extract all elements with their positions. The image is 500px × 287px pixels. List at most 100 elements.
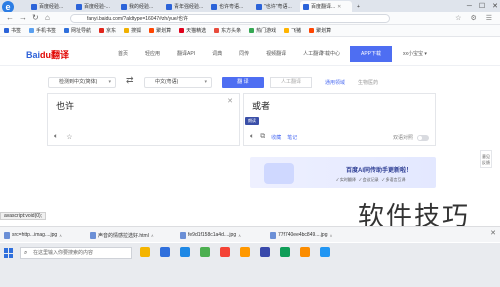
file-icon — [180, 231, 186, 239]
source-language-select[interactable]: 检测到中文(简体) ▾ — [48, 77, 116, 88]
bookmark-favicon-icon — [309, 28, 315, 33]
plus-icon: + — [357, 3, 360, 10]
taskbar-app-icon[interactable] — [320, 247, 330, 257]
clear-icon[interactable]: ✕ — [227, 97, 233, 105]
forward-icon[interactable]: → — [19, 13, 27, 22]
nav-link[interactable]: 首页 — [118, 50, 128, 57]
speaker-icon[interactable]: 🔈︎ — [54, 133, 58, 141]
ad-feature: ✓ 会议记录 — [358, 177, 379, 182]
bookmark-favicon-icon — [214, 28, 220, 33]
source-panel: 也许 ✕ 🔈︎ ☆ — [47, 93, 240, 146]
tab-favicon-icon — [303, 3, 309, 10]
user-menu[interactable]: xx小宝宝 ▾ — [403, 50, 427, 57]
domain-general-link[interactable]: 通用领域 — [325, 79, 345, 86]
bookmark-item[interactable]: 手机书签 — [29, 27, 56, 34]
nav-link[interactable]: 翻译API — [177, 50, 195, 57]
bookmark-item[interactable]: 热门游戏 — [249, 27, 276, 34]
minimize-icon[interactable]: ─ — [467, 3, 472, 10]
taskbar-app-icon[interactable] — [160, 247, 170, 257]
bookmark-item[interactable]: 天猫精选 — [179, 27, 206, 34]
robot-illustration-icon — [264, 163, 294, 184]
source-text-input[interactable]: 也许 — [56, 99, 74, 112]
close-window-icon[interactable]: ✕ — [492, 2, 498, 10]
taskbar-app-icon[interactable] — [140, 247, 150, 257]
file-icon — [90, 231, 96, 239]
maximize-icon[interactable]: ☐ — [479, 2, 485, 10]
bookmark-favicon-icon — [284, 28, 290, 33]
domain-select[interactable]: 生物医药 — [358, 79, 378, 86]
app-download-button[interactable]: APP下载 — [350, 46, 392, 62]
ad-features: ✓ 实时翻译 ✓ 会议记录 ✓ 多语言互译 — [336, 177, 406, 183]
copy-icon[interactable]: ⧉ — [260, 133, 265, 141]
nav-link[interactable]: 视频翻译 — [266, 50, 286, 57]
windows-start-icon[interactable] — [4, 248, 14, 258]
swap-languages-icon[interactable]: ⇄ — [126, 75, 134, 86]
nav-link[interactable]: 同传 — [239, 50, 249, 57]
tab-4[interactable]: 青年强经验... — [163, 1, 208, 12]
refresh-icon[interactable]: ↻ — [32, 13, 39, 22]
menu-icon[interactable]: ☰ — [486, 14, 492, 22]
nav-link[interactable]: 词典 — [212, 50, 222, 57]
tab-5[interactable]: 也许粤语... — [208, 1, 253, 12]
nav-link[interactable]: 轻应用 — [145, 50, 160, 57]
taskbar-app-icon[interactable] — [180, 247, 190, 257]
human-translation-button[interactable]: 人工翻译 — [270, 77, 312, 88]
tab-2[interactable]: 百度经验-... — [73, 1, 118, 12]
tab-1[interactable]: 百度经验... — [28, 1, 73, 12]
taskbar-app-icon[interactable] — [300, 247, 310, 257]
tab-favicon-icon — [121, 3, 127, 10]
download-item[interactable]: 声音的情感拉选好.html ∧ — [90, 230, 154, 240]
speaker-icon[interactable]: 🔈︎ — [250, 133, 254, 141]
taskbar-app-icon[interactable] — [280, 247, 290, 257]
tab-3[interactable]: 我的经验... — [118, 1, 163, 12]
bilingual-toggle[interactable] — [417, 135, 429, 141]
tab-bar: e 百度经验... 百度经验-... 我的经验... 青年强经验... 也许粤语… — [0, 0, 500, 13]
taskbar-app-icon[interactable] — [260, 247, 270, 257]
tab-close-icon[interactable]: ✕ — [337, 4, 341, 10]
taskbar: ⌕ 在这里输入你要搜索的内容 — [0, 243, 500, 287]
result-panel: 或者 🔈︎ ⧉ 收藏 笔记 双语对照 — [243, 93, 436, 146]
ad-banner[interactable]: 百度AI同传助手更新啦！ ✓ 实时翻译 ✓ 会议记录 ✓ 多语言互译 — [250, 157, 436, 188]
target-language-select[interactable]: 中文(粤语) ▾ — [144, 77, 212, 88]
taskbar-app-icon[interactable] — [200, 247, 210, 257]
bookmark-item[interactable]: 聚划算 — [309, 27, 331, 34]
favorite-link[interactable]: 收藏 — [271, 134, 281, 141]
bookmark-item[interactable]: 搜狐 — [124, 27, 141, 34]
bookmark-favicon-icon — [149, 28, 155, 33]
translate-button[interactable]: 翻 译 — [222, 77, 264, 88]
bookmark-favicon-icon — [29, 28, 35, 33]
bookmark-item[interactable]: 网址导航 — [64, 27, 91, 34]
download-item[interactable]: src=http...imag....jpg ∧ — [4, 230, 62, 240]
bookmark-item[interactable]: 飞猪 — [284, 27, 301, 34]
extensions-icon[interactable]: ⚙ — [470, 14, 476, 22]
download-item[interactable]: fe9d1f158c1a4d....jpg ∧ — [180, 230, 241, 240]
chevron-up-icon: ∧ — [329, 232, 333, 238]
star-icon[interactable]: ☆ — [66, 133, 72, 141]
search-icon: ⌕ — [24, 250, 28, 256]
taskbar-app-icon[interactable] — [240, 247, 250, 257]
close-downloads-icon[interactable]: ✕ — [490, 229, 496, 237]
taskbar-apps — [140, 247, 330, 257]
star-icon[interactable]: ☆ — [455, 14, 461, 22]
home-icon[interactable]: ⌂ — [45, 13, 50, 22]
download-center-link[interactable]: 下载中心 — [320, 50, 340, 57]
back-icon[interactable]: ← — [6, 13, 14, 22]
status-url: avascript:void(0); — [0, 212, 47, 220]
tab-7-active[interactable]: 百度翻译... ✕ — [300, 1, 352, 12]
download-item[interactable]: 77f740ee4bc849....jpg ∧ — [270, 230, 332, 240]
bookmark-item[interactable]: 东方头条 — [214, 27, 241, 34]
feedback-tool[interactable]: 意见反馈 — [480, 150, 492, 168]
address-bar: ← → ↻ ⌂ fanyi.baidu.com/?aldtype=16047#z… — [0, 12, 500, 25]
taskbar-search[interactable]: ⌕ 在这里输入你要搜索的内容 — [20, 247, 132, 259]
bookmark-item[interactable]: 书签 — [4, 27, 21, 34]
taskbar-app-icon[interactable] — [220, 247, 230, 257]
bookmark-item[interactable]: 京东 — [99, 27, 116, 34]
note-link[interactable]: 笔记 — [287, 134, 297, 141]
new-tab-button[interactable]: + — [354, 1, 364, 12]
bookmark-favicon-icon — [249, 28, 255, 33]
tab-6[interactable]: "也许"粤语... — [253, 1, 298, 12]
bookmark-item[interactable]: 聚划算 — [149, 27, 171, 34]
url-field[interactable]: fanyi.baidu.com/?aldtype=16047#zh/yue/也许 — [70, 14, 390, 23]
tab-favicon-icon — [166, 3, 172, 10]
baidu-fanyi-logo[interactable]: Baidu翻译 — [26, 48, 69, 61]
